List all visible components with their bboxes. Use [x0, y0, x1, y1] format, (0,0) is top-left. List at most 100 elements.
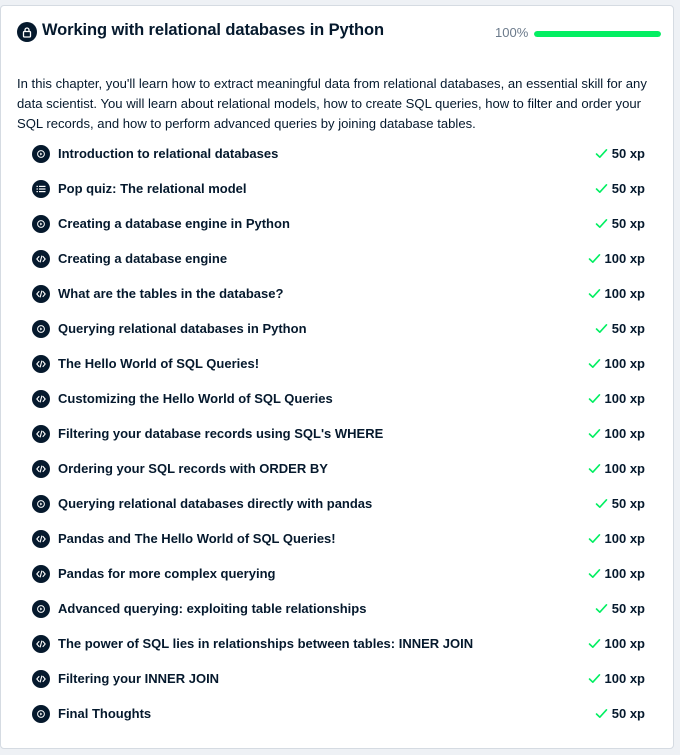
xp-value: 50 xp — [611, 496, 645, 511]
exercise-xp: 100 xp — [588, 346, 645, 381]
exercise-title: Querying relational databases directly w… — [58, 496, 373, 511]
exercise-title: Ordering your SQL records with ORDER BY — [58, 461, 328, 476]
xp-value: 100 xp — [604, 531, 645, 546]
xp-value: 100 xp — [604, 391, 645, 406]
check-icon — [588, 253, 601, 264]
play-icon — [32, 319, 50, 338]
exercise-title: Creating a database engine in Python — [58, 216, 290, 231]
exercise-xp: 100 xp — [588, 556, 645, 591]
code-icon — [32, 634, 50, 653]
xp-value: 100 xp — [604, 286, 645, 301]
chapter-title: Working with relational databases in Pyt… — [42, 21, 384, 39]
exercise-item[interactable]: Pandas for more complex querying 100 xp — [32, 556, 647, 591]
exercise-title: Querying relational databases in Python — [58, 321, 307, 336]
exercise-xp: 50 xp — [595, 591, 645, 626]
exercise-item[interactable]: The Hello World of SQL Queries! 100 xp — [32, 346, 647, 381]
exercise-xp: 50 xp — [595, 486, 645, 521]
check-icon — [588, 533, 601, 544]
check-icon — [588, 463, 601, 474]
check-icon — [595, 323, 608, 334]
check-icon — [595, 183, 608, 194]
exercise-xp: 100 xp — [588, 521, 645, 556]
progress-percent: 100% — [495, 25, 529, 40]
exercise-xp: 100 xp — [588, 416, 645, 451]
check-icon — [588, 288, 601, 299]
chapter-description: In this chapter, you'll learn how to ext… — [17, 76, 647, 132]
code-icon — [32, 459, 50, 478]
exercise-item[interactable]: Pop quiz: The relational model 50 xp — [32, 171, 647, 206]
code-icon — [32, 424, 50, 443]
play-icon — [32, 704, 50, 723]
xp-value: 50 xp — [611, 216, 645, 231]
check-icon — [588, 638, 601, 649]
check-icon — [595, 218, 608, 229]
play-icon — [32, 144, 50, 163]
exercise-title: Creating a database engine — [58, 251, 228, 266]
exercise-item[interactable]: Advanced querying: exploiting table rela… — [32, 591, 647, 626]
progress-bar — [534, 31, 661, 37]
xp-value: 50 xp — [611, 146, 645, 161]
exercise-xp: 50 xp — [595, 206, 645, 241]
exercise-item[interactable]: Introduction to relational databases 50 x… — [32, 136, 647, 171]
check-icon — [588, 428, 601, 439]
xp-value: 100 xp — [604, 636, 645, 651]
exercise-item[interactable]: Querying relational databases in Python 5… — [32, 311, 647, 346]
exercise-xp: 50 xp — [595, 171, 645, 206]
xp-value: 50 xp — [611, 321, 645, 336]
xp-value: 50 xp — [611, 181, 645, 196]
exercise-xp: 100 xp — [588, 626, 645, 661]
check-icon — [588, 393, 601, 404]
check-icon — [595, 498, 608, 509]
exercise-xp: 100 xp — [588, 241, 645, 276]
exercise-title: Customizing the Hello World of SQL Queri… — [58, 391, 333, 406]
check-icon — [588, 568, 601, 579]
exercise-item[interactable]: Ordering your SQL records with ORDER BY 1… — [32, 451, 647, 486]
xp-value: 100 xp — [604, 566, 645, 581]
exercise-xp: 50 xp — [595, 696, 645, 731]
exercise-item[interactable]: Filtering your database records using SQ… — [32, 416, 647, 451]
exercise-item[interactable]: What are the tables in the database? 100 … — [32, 276, 647, 311]
exercise-list: Introduction to relational databases 50 x… — [32, 136, 647, 731]
code-icon — [32, 284, 50, 303]
xp-value: 100 xp — [604, 356, 645, 371]
play-icon — [32, 599, 50, 618]
code-icon — [32, 389, 50, 408]
chapter-card: Working with relational databases in Pyt… — [0, 5, 674, 749]
exercise-title: Filtering your INNER JOIN — [58, 671, 220, 686]
exercise-title: Advanced querying: exploiting table rela… — [58, 601, 367, 616]
exercise-xp: 100 xp — [588, 451, 645, 486]
exercise-item[interactable]: Customizing the Hello World of SQL Queri… — [32, 381, 647, 416]
exercise-xp: 50 xp — [595, 311, 645, 346]
xp-value: 50 xp — [611, 706, 645, 721]
exercise-xp: 50 xp — [595, 136, 645, 171]
exercise-item[interactable]: Filtering your INNER JOIN 100 xp — [32, 661, 647, 696]
list-icon — [32, 179, 50, 198]
xp-value: 100 xp — [604, 251, 645, 266]
exercise-title: Introduction to relational databases — [58, 146, 279, 161]
xp-value: 100 xp — [604, 426, 645, 441]
exercise-item[interactable]: The power of SQL lies in relationships b… — [32, 626, 647, 661]
code-icon — [32, 669, 50, 688]
exercise-title: Filtering your database records using SQ… — [58, 426, 384, 441]
code-icon — [32, 249, 50, 268]
chapter-header: Working with relational databases in Pyt… — [17, 20, 663, 46]
exercise-title: What are the tables in the database? — [58, 286, 284, 301]
play-icon — [32, 214, 50, 233]
exercise-item[interactable]: Pandas and The Hello World of SQL Querie… — [32, 521, 647, 556]
exercise-title: Pandas for more complex querying — [58, 566, 276, 581]
exercise-item[interactable]: Creating a database engine 100 xp — [32, 241, 647, 276]
code-icon — [32, 354, 50, 373]
exercise-title: Pandas and The Hello World of SQL Querie… — [58, 531, 336, 546]
exercise-title: Final Thoughts — [58, 706, 152, 721]
check-icon — [595, 148, 608, 159]
lock-icon — [17, 22, 37, 42]
exercise-item[interactable]: Creating a database engine in Python 50 x… — [32, 206, 647, 241]
exercise-item[interactable]: Final Thoughts 50 xp — [32, 696, 647, 731]
play-icon — [32, 494, 50, 513]
exercise-title: The Hello World of SQL Queries! — [58, 356, 260, 371]
exercise-item[interactable]: Querying relational databases directly w… — [32, 486, 647, 521]
exercise-xp: 100 xp — [588, 276, 645, 311]
exercise-xp: 100 xp — [588, 381, 645, 416]
xp-value: 50 xp — [611, 601, 645, 616]
exercise-title: Pop quiz: The relational model — [58, 181, 247, 196]
